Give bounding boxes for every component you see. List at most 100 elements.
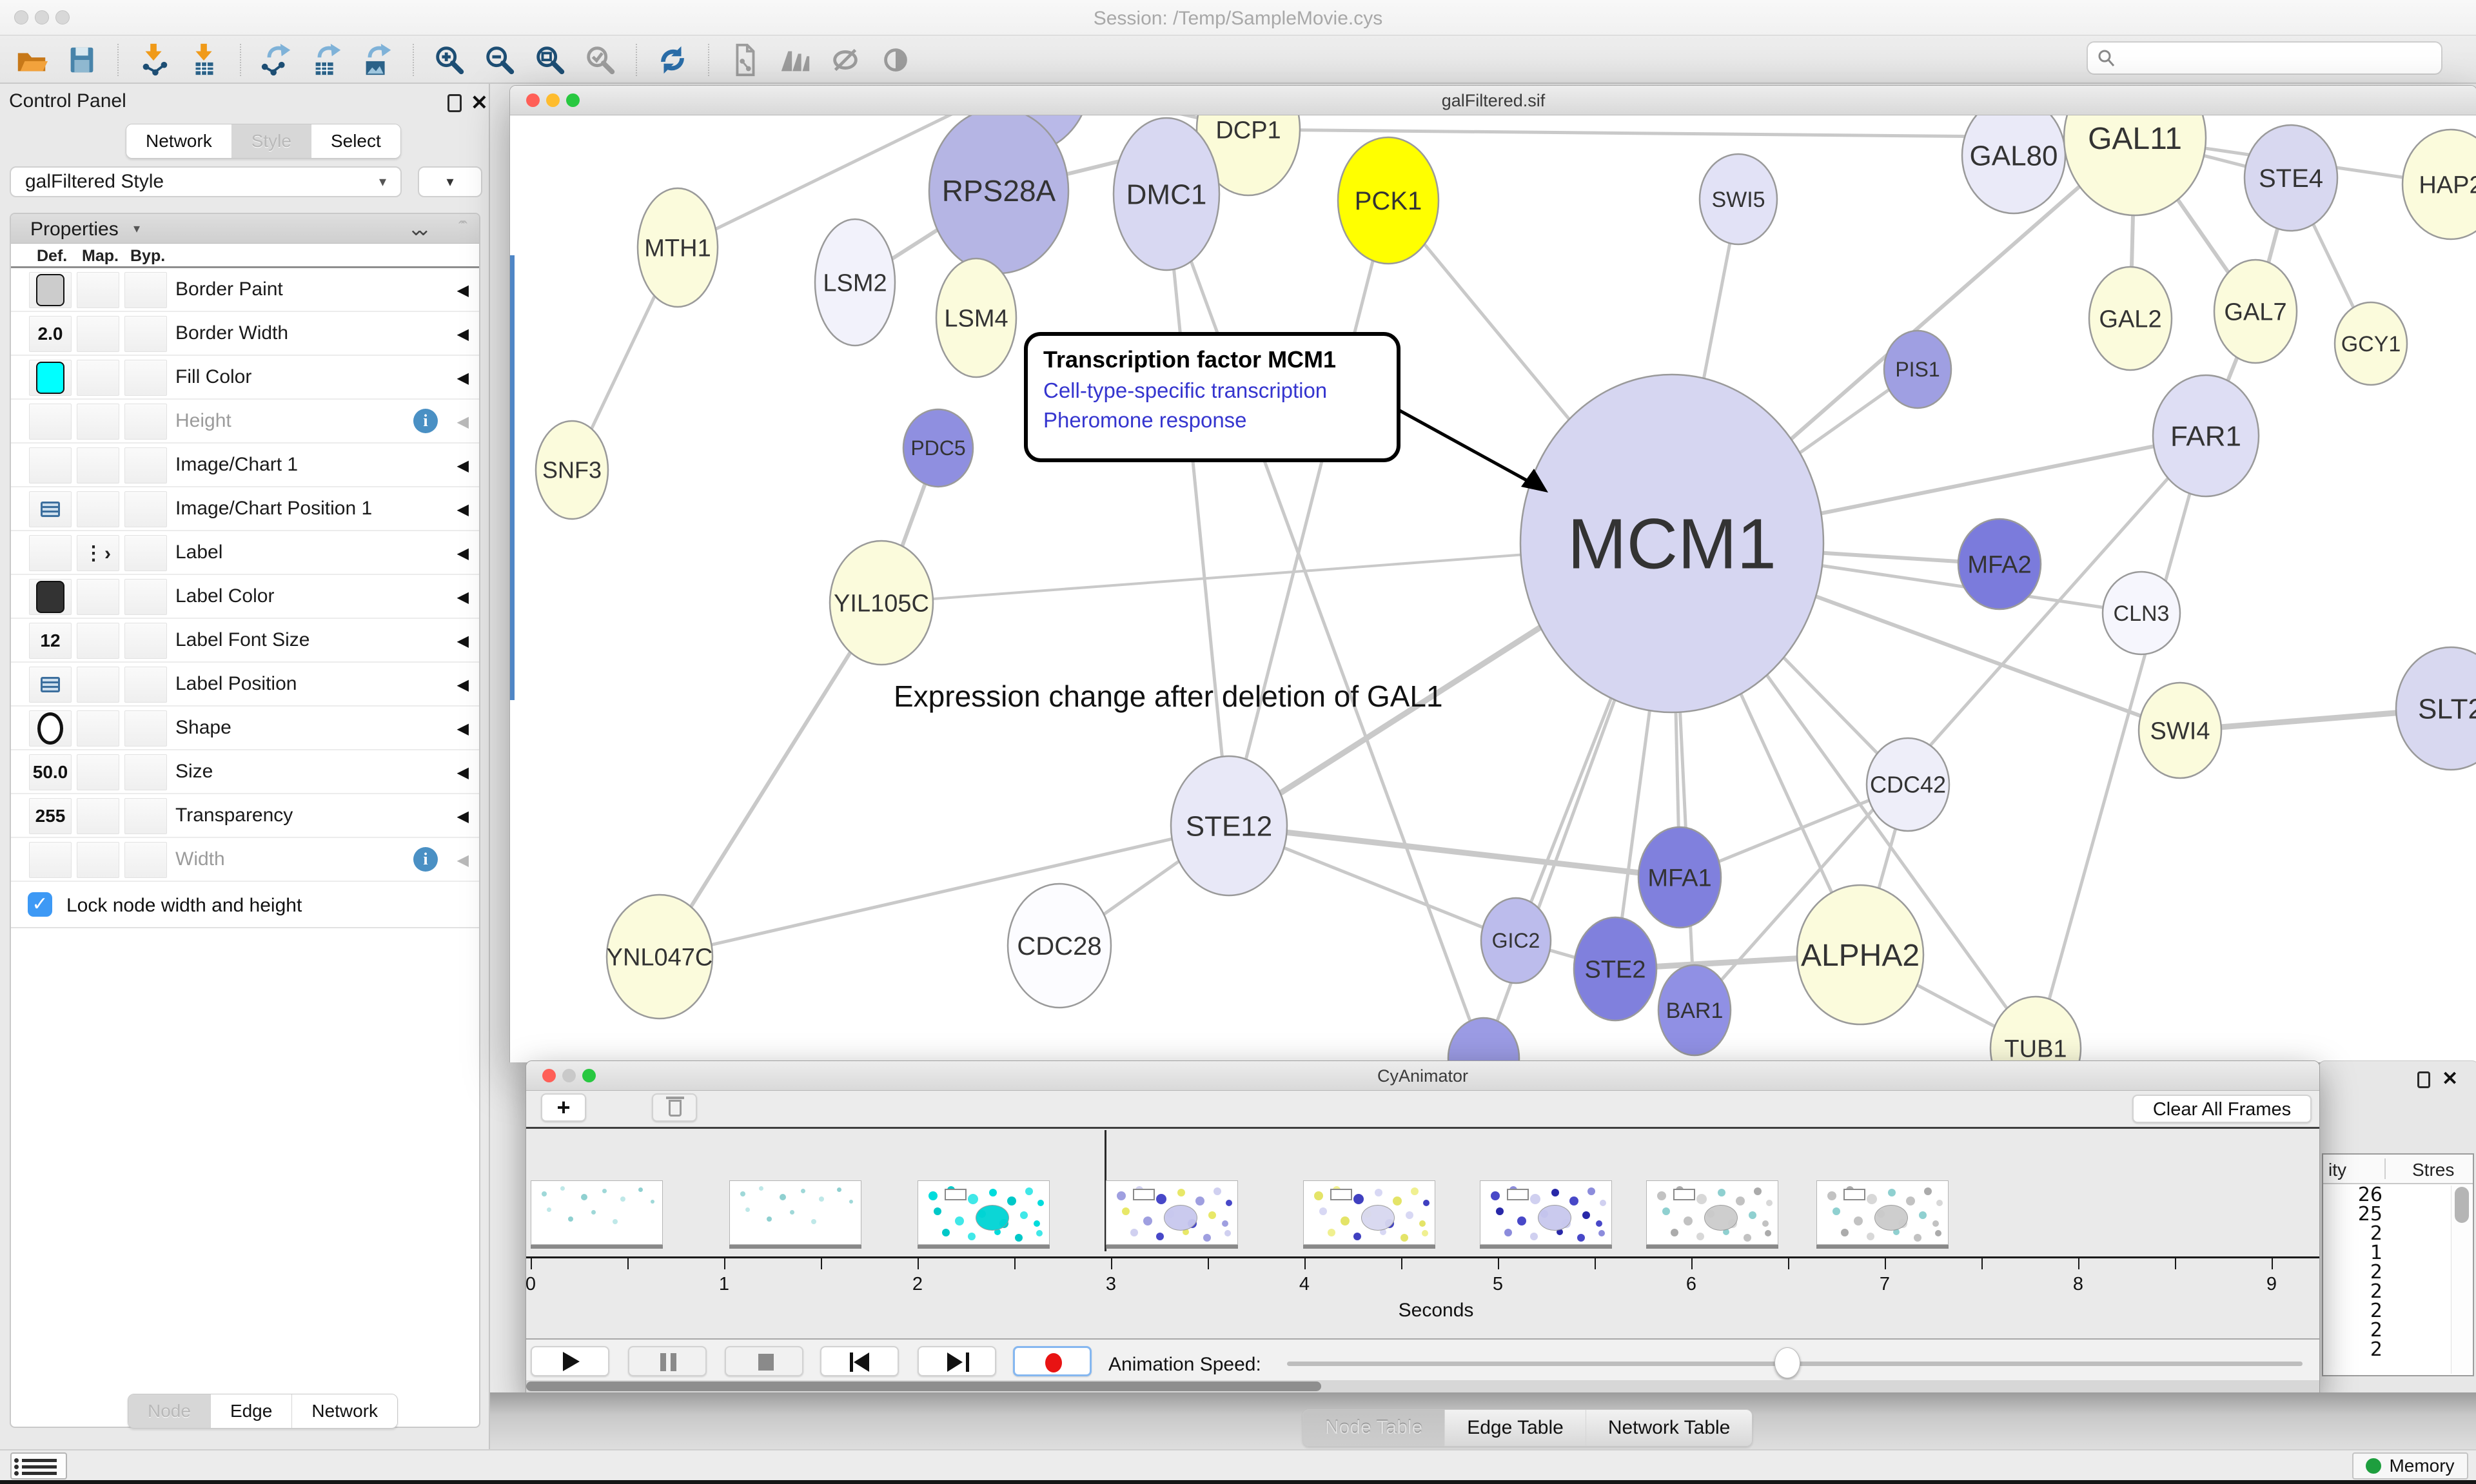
network-node-mcm1[interactable]: MCM1 [1520,375,1823,712]
mapping-cell[interactable] [77,623,119,659]
tab-select[interactable]: Select [311,124,400,158]
import-network-button[interactable] [135,41,173,79]
expand-row-icon[interactable]: ◀ [457,456,469,475]
speed-slider-handle[interactable] [1774,1347,1800,1378]
properties-header[interactable]: Properties ▾ ⌄⌄ ˆˆ [11,214,479,244]
expand-row-icon[interactable]: ◀ [457,676,469,694]
property-row-label-position[interactable]: Label Position◀ [11,663,479,707]
bypass-cell[interactable] [124,360,167,396]
network-node-cdc28[interactable]: CDC28 [1008,884,1111,1008]
frame-thumbnail-4[interactable] [1303,1180,1435,1245]
mcm1-annotation[interactable]: Transcription factor MCM1 Cell-type-spec… [1024,332,1400,462]
network-node-pck1[interactable]: PCK1 [1338,137,1439,264]
float-icon[interactable] [447,94,462,112]
tab-node-table[interactable]: Node Table [1303,1410,1445,1446]
lock-size-checkbox[interactable]: ✓ [28,892,52,917]
previous-frame-button[interactable] [820,1346,899,1376]
zoom-selected-button[interactable] [582,41,619,79]
property-row-label-font-size[interactable]: 12Label Font Size◀ [11,619,479,663]
tab-node[interactable]: Node [128,1394,211,1428]
expand-row-icon[interactable]: ◀ [457,807,469,826]
bypass-cell[interactable] [124,491,167,527]
property-row-fill-color[interactable]: Fill Color◀ [11,356,479,400]
default-value-cell[interactable] [29,404,72,440]
mapping-cell[interactable] [77,360,119,396]
network-caption[interactable]: Expression change after deletion of GAL1 [894,679,1443,714]
bypass-cell[interactable] [124,842,167,878]
default-value-cell[interactable]: 255 [29,798,72,834]
network-node-ste4[interactable]: STE4 [2245,125,2337,231]
network-node-gic2[interactable]: GIC2 [1481,898,1551,983]
default-value-cell[interactable] [29,360,72,396]
frames-timeline[interactable] [526,1129,2319,1256]
tab-network[interactable]: Network [126,124,232,158]
network-node-yil105c[interactable]: YIL105C [830,541,933,665]
search-input[interactable] [2116,48,2432,68]
search-box[interactable] [2087,41,2442,75]
network-node-rps28a[interactable]: RPS28A [929,115,1068,273]
zoom-out-button[interactable] [481,41,518,79]
bypass-cell[interactable] [124,447,167,483]
export-network-button[interactable] [258,41,295,79]
memory-button[interactable]: Memory [2352,1452,2468,1479]
default-value-cell[interactable] [29,579,72,615]
network-edge[interactable] [660,826,1229,957]
property-row-height[interactable]: Heighti◀ [11,400,479,444]
mapping-cell[interactable] [77,404,119,440]
table-scrollbar[interactable] [2451,1186,2471,1374]
network-from-selection-button[interactable] [726,41,763,79]
network-node-swi5[interactable]: SWI5 [1700,154,1777,244]
network-node-ste12[interactable]: STE12 [1171,756,1287,895]
frame-thumbnail-3[interactable] [1106,1180,1238,1245]
property-row-transparency[interactable]: 255Transparency◀ [11,794,479,838]
expand-row-icon[interactable]: ◀ [457,544,469,563]
info-icon[interactable]: i [413,409,438,433]
show-all-button[interactable] [877,41,914,79]
property-row-image-chart-1[interactable]: Image/Chart 1◀ [11,444,479,487]
network-node-lsm4[interactable]: LSM4 [936,259,1016,377]
network-node-pdc5[interactable]: PDC5 [903,409,973,487]
property-row-border-paint[interactable]: Border Paint◀ [11,268,479,312]
bypass-cell[interactable] [124,579,167,615]
search-network-button[interactable] [776,41,814,79]
tab-network-style[interactable]: Network [292,1394,397,1428]
expand-row-icon[interactable]: ◀ [457,632,469,650]
property-row-label[interactable]: ⋮›Label◀ [11,531,479,575]
column-divider[interactable] [2384,1158,2386,1179]
open-session-button[interactable] [13,41,50,79]
property-row-shape[interactable]: Shape◀ [11,707,479,750]
network-window-titlebar[interactable]: galFiltered.sif [510,86,2476,115]
network-node-alpha2[interactable]: ALPHA2 [1797,885,1923,1024]
bypass-cell[interactable] [124,404,167,440]
stop-button[interactable] [725,1346,803,1376]
network-node-gal80[interactable]: GAL80 [1962,115,2065,213]
network-node-cln3[interactable]: CLN3 [2103,572,2180,654]
network-node-gal11[interactable]: GAL11 [2064,115,2206,215]
frame-thumbnail-7[interactable] [1816,1180,1949,1245]
default-value-cell[interactable] [29,535,72,571]
network-node-hap2[interactable]: HAP2 [2402,130,2476,239]
property-row-size[interactable]: 50.0Size◀ [11,750,479,794]
add-frame-button[interactable]: + [541,1093,586,1122]
network-canvas[interactable]: DCP1RPS28ADMC1PCK1SWI5GAL80GAL11STE4HAP2… [510,115,2476,1062]
network-node-swi4[interactable]: SWI4 [2139,683,2221,778]
export-image-button[interactable] [359,41,396,79]
tab-edge[interactable]: Edge [211,1394,292,1428]
timeline-scrollbar-thumb[interactable] [526,1381,1321,1391]
pause-button[interactable] [628,1346,707,1376]
property-row-width[interactable]: Widthi◀ [11,838,479,882]
next-frame-button[interactable] [918,1346,996,1376]
refresh-button[interactable] [654,41,691,79]
bypass-cell[interactable] [124,272,167,308]
play-button[interactable] [531,1346,609,1376]
mapping-cell[interactable] [77,754,119,790]
bypass-cell[interactable] [124,316,167,352]
network-node-snf3[interactable]: SNF3 [536,421,608,519]
network-node-ste2[interactable]: STE2 [1574,917,1656,1020]
expand-row-icon[interactable]: ◀ [457,588,469,607]
default-value-cell[interactable]: 12 [29,623,72,659]
default-value-cell[interactable] [29,842,72,878]
bypass-cell[interactable] [124,798,167,834]
close-icon[interactable]: ✕ [2442,1068,2458,1090]
column-centrality[interactable]: ity [2328,1160,2346,1180]
